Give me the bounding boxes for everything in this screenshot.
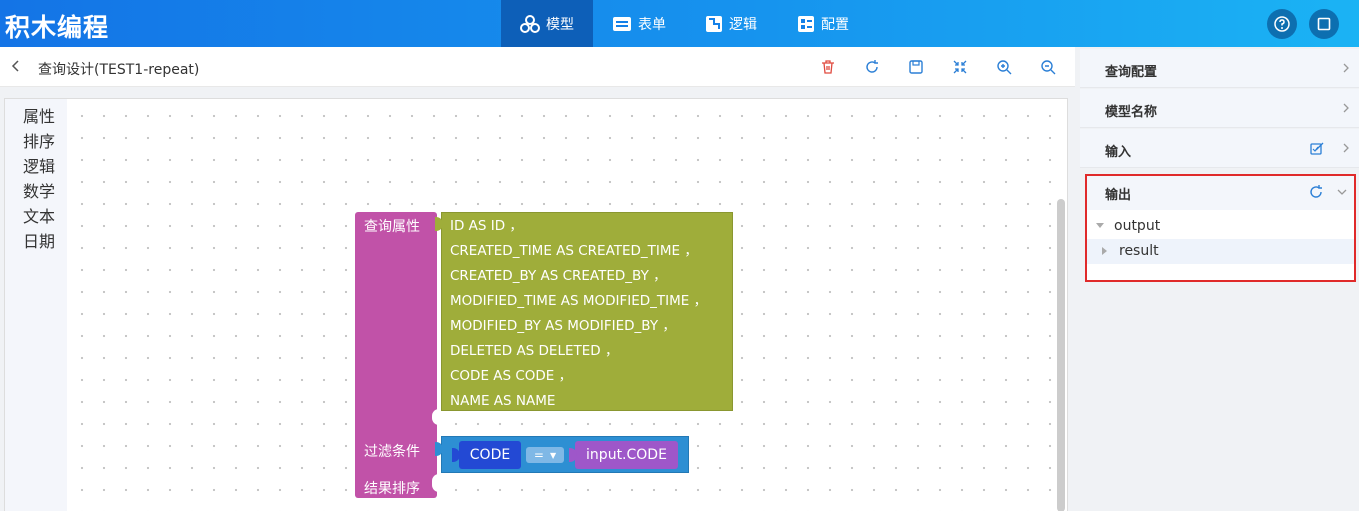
tab-config[interactable]: 配置 bbox=[777, 0, 869, 47]
field-item: DELETED AS DELETED ， bbox=[450, 343, 619, 359]
zoom-out-icon bbox=[1041, 60, 1056, 75]
refresh-button[interactable] bbox=[862, 57, 882, 77]
top-icons bbox=[1267, 9, 1339, 39]
app-title: 积木编程 bbox=[5, 13, 110, 42]
help-button[interactable] bbox=[1267, 9, 1297, 39]
refresh-icon[interactable] bbox=[1308, 184, 1324, 200]
zoom-in-icon bbox=[997, 60, 1012, 75]
cubes-icon bbox=[520, 14, 540, 33]
fields-list: ID AS ID ， CREATED_TIME AS CREATED_TIME … bbox=[442, 213, 732, 414]
fields-block[interactable]: ID AS ID ， CREATED_TIME AS CREATED_TIME … bbox=[441, 212, 733, 411]
filter-field-block[interactable]: CODE bbox=[459, 441, 521, 469]
delete-button[interactable] bbox=[818, 57, 838, 77]
caret-down-icon[interactable] bbox=[1096, 223, 1104, 228]
tab-form[interactable]: 表单 bbox=[593, 0, 685, 47]
blockly-workspace: 属性 排序 逻辑 数学 文本 日期 查询属性 过滤条件 结果排序 ID AS I… bbox=[4, 98, 1068, 511]
tab-config-label: 配置 bbox=[821, 16, 849, 33]
tree-node-label: result bbox=[1119, 243, 1159, 259]
delete-icon bbox=[822, 60, 834, 74]
tree-node-label: output bbox=[1114, 218, 1161, 234]
section-input[interactable]: 输入 bbox=[1080, 129, 1359, 168]
save-icon bbox=[909, 60, 923, 74]
field-item: MODIFIED_TIME AS MODIFIED_TIME ， bbox=[450, 293, 708, 309]
tab-logic[interactable]: 逻辑 bbox=[685, 0, 777, 47]
tab-model-label: 模型 bbox=[546, 16, 574, 33]
back-icon[interactable] bbox=[10, 59, 22, 73]
refresh-icon bbox=[866, 60, 878, 73]
field-item: CODE AS CODE ， bbox=[450, 368, 573, 384]
input-notch bbox=[432, 409, 442, 425]
edit-icon[interactable] bbox=[1309, 141, 1325, 157]
block-toolbox: 属性 排序 逻辑 数学 文本 日期 bbox=[5, 99, 67, 511]
section-model-name[interactable]: 模型名称 bbox=[1080, 89, 1359, 128]
caret-right-icon[interactable] bbox=[1102, 247, 1107, 255]
field-item: NAME AS NAME bbox=[450, 393, 556, 409]
chevron-right-icon bbox=[1343, 103, 1349, 113]
output-title: 输出 bbox=[1105, 187, 1132, 202]
help-icon bbox=[1274, 16, 1290, 32]
field-item: MODIFIED_BY AS MODIFIED_BY ， bbox=[450, 318, 676, 334]
result-sort-label: 结果排序 bbox=[364, 481, 420, 497]
field-item: ID AS ID ， bbox=[450, 218, 523, 234]
toolbox-category-logic[interactable]: 逻辑 bbox=[5, 154, 67, 179]
field-item: CREATED_BY AS CREATED_BY ， bbox=[450, 268, 667, 284]
toolbox-category-sort[interactable]: 排序 bbox=[5, 129, 67, 154]
chevron-right-icon bbox=[1343, 143, 1349, 153]
tree-node-result[interactable]: result bbox=[1087, 239, 1354, 264]
right-panel: 查询配置 模型名称 输入 输出 output result bbox=[1080, 47, 1359, 511]
collapse-icon bbox=[953, 60, 967, 74]
operator-dropdown[interactable]: = ▼ bbox=[526, 447, 564, 463]
tab-form-label: 表单 bbox=[638, 16, 666, 33]
section-label: 查询配置 bbox=[1105, 65, 1158, 80]
top-bar: 积木编程 模型 表单 逻辑 配置 bbox=[0, 0, 1359, 47]
toolbox-category-attribute[interactable]: 属性 bbox=[5, 104, 67, 129]
field-item: CREATED_TIME AS CREATED_TIME ， bbox=[450, 243, 698, 259]
config-icon bbox=[798, 15, 814, 32]
block-canvas[interactable]: 查询属性 过滤条件 结果排序 ID AS ID ， CREATED_TIME A… bbox=[67, 99, 1067, 511]
query-attributes-label: 查询属性 bbox=[364, 219, 420, 235]
page-title: 查询设计(TEST1-repeat) bbox=[38, 62, 200, 78]
collapse-button[interactable] bbox=[950, 57, 970, 77]
canvas-toolbar bbox=[818, 57, 1058, 77]
toolbox-category-date[interactable]: 日期 bbox=[5, 229, 67, 254]
zoom-out-button[interactable] bbox=[1038, 57, 1058, 77]
fullscreen-icon bbox=[1317, 17, 1331, 31]
zoom-in-button[interactable] bbox=[994, 57, 1014, 77]
chevron-down-icon[interactable] bbox=[1336, 187, 1348, 197]
fullscreen-button[interactable] bbox=[1309, 9, 1339, 39]
nav-tabs: 模型 表单 逻辑 配置 bbox=[501, 0, 869, 47]
query-block[interactable]: 查询属性 过滤条件 结果排序 bbox=[355, 212, 437, 498]
input-notch bbox=[432, 474, 442, 492]
filter-value-block[interactable]: input.CODE bbox=[575, 441, 678, 469]
page-header: 查询设计(TEST1-repeat) bbox=[0, 47, 1075, 87]
output-header[interactable]: 输出 bbox=[1087, 176, 1354, 210]
section-query-config[interactable]: 查询配置 bbox=[1080, 49, 1359, 88]
toolbox-category-text[interactable]: 文本 bbox=[5, 204, 67, 229]
save-button[interactable] bbox=[906, 57, 926, 77]
tab-model[interactable]: 模型 bbox=[501, 0, 593, 47]
output-section: 输出 output result bbox=[1085, 174, 1356, 282]
logic-icon bbox=[706, 15, 722, 32]
filter-condition-label: 过滤条件 bbox=[364, 444, 420, 460]
section-label: 输入 bbox=[1105, 145, 1132, 160]
tree-node-output[interactable]: output bbox=[1087, 214, 1354, 239]
section-label: 模型名称 bbox=[1105, 105, 1158, 120]
tab-logic-label: 逻辑 bbox=[729, 16, 757, 33]
toolbox-category-math[interactable]: 数学 bbox=[5, 179, 67, 204]
form-icon bbox=[613, 16, 631, 31]
chevron-right-icon bbox=[1343, 63, 1349, 73]
workspace-scrollbar[interactable] bbox=[1057, 199, 1065, 511]
dropdown-arrow-icon: ▼ bbox=[549, 450, 557, 460]
operator-value: = bbox=[533, 448, 544, 462]
